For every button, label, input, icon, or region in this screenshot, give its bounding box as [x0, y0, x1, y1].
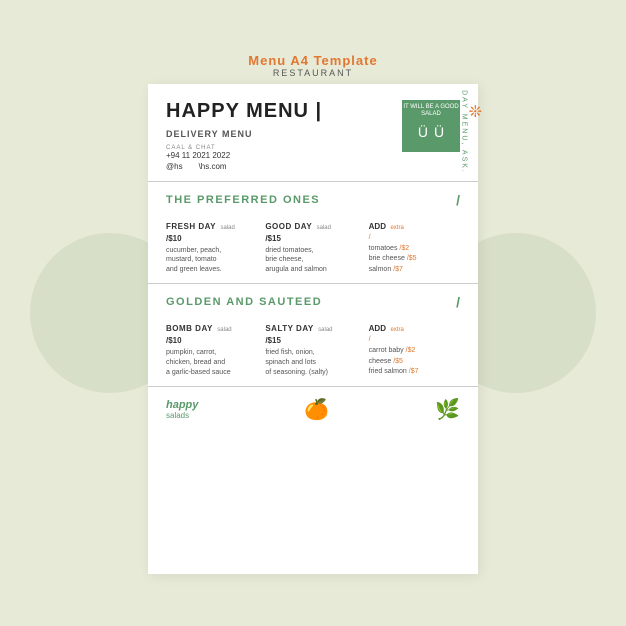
add-slash: /	[369, 234, 460, 241]
social-web: \hs.com	[199, 162, 227, 171]
list-item: fried salmon /$7	[369, 367, 460, 378]
item-name: BOMB DAY	[166, 324, 213, 333]
outer-wrapper: Menu A4 Template RESTAURANT HAPPY MENU |…	[148, 53, 478, 574]
item-price: /$15	[265, 234, 354, 243]
footer-logo-line1: happy	[166, 399, 198, 411]
section-golden: GOLDEN AND SAUTEED / BOMB DAY SALAD /$10…	[148, 284, 478, 387]
section-golden-slash: /	[456, 294, 460, 310]
add-title: ADD	[369, 222, 386, 231]
list-item: SALTY DAY SALAD /$15 fried fish, onion,s…	[265, 318, 360, 378]
face-icon-2: Ü	[434, 124, 444, 140]
item-name-row: GOOD DAY SALAD	[265, 216, 354, 234]
list-item: brie cheese /$5	[369, 254, 460, 265]
section-preferred-header: THE PREFERRED ONES /	[166, 192, 460, 208]
contact-block: CAAL & CHAT +94 11 2021 2022	[166, 145, 230, 160]
green-box: IT WILL BE A GOOD SALAD Ü Ü ❊	[402, 100, 460, 152]
footer-logo-line2: salads	[166, 411, 198, 420]
social-row: @hs \hs.com	[166, 162, 322, 171]
footer-fruit-2: 🌿	[435, 397, 460, 422]
add-title-row: ADD extra	[369, 216, 460, 234]
list-item: FRESH DAY SALAD /$10 cucumber, peach,mus…	[166, 216, 261, 276]
section-golden-header: GOLDEN AND SAUTEED /	[166, 294, 460, 310]
item-desc: dried tomatoes,brie cheese,arugula and s…	[265, 246, 354, 275]
header-top-row: HAPPY MENU | DELIVERY MENU CAAL & CHAT +…	[166, 100, 460, 171]
section-preferred-title: THE PREFERRED ONES	[166, 194, 320, 206]
item-desc: cucumber, peach,mustard, tomatoand green…	[166, 246, 255, 275]
list-item: cheese /$5	[369, 357, 460, 368]
item-name: SALTY DAY	[265, 324, 313, 333]
green-box-text: IT WILL BE A GOOD SALAD	[402, 104, 460, 118]
item-price: /$10	[166, 234, 255, 243]
face-icon-1: Ü	[418, 124, 428, 140]
list-item: carrot baby /$2	[369, 346, 460, 357]
add-item-price: /$7	[393, 266, 403, 273]
delivery-label: DELIVERY MENU	[166, 129, 322, 139]
add-item-price: /$7	[409, 368, 419, 375]
menu-title: HAPPY MENU |	[166, 100, 322, 123]
list-item: salmon /$7	[369, 265, 460, 276]
item-name: GOOD DAY	[265, 222, 312, 231]
item-type: SALAD	[317, 225, 331, 231]
add-list: carrot baby /$2 cheese /$5 fried salmon …	[369, 346, 460, 378]
card-footer: happy salads 🍊 🌿	[148, 387, 478, 432]
list-item: tomatoes /$2	[369, 244, 460, 255]
top-label: Menu A4 Template RESTAURANT	[248, 53, 377, 78]
item-desc: pumpkin, carrot,chicken, bread anda garl…	[166, 348, 255, 377]
add-item-name: brie cheese	[369, 255, 405, 262]
section-golden-title: GOLDEN AND SAUTEED	[166, 296, 322, 308]
add-item-price: /$5	[393, 358, 403, 365]
item-desc: fried fish, onion,spinach and lotsof sea…	[265, 348, 354, 377]
list-item: GOOD DAY SALAD /$15 dried tomatoes,brie …	[265, 216, 360, 276]
footer-fruit-1: 🍊	[304, 397, 329, 422]
menu-card: HAPPY MENU | DELIVERY MENU CAAL & CHAT +…	[148, 84, 478, 574]
golden-items-grid: BOMB DAY SALAD /$10 pumpkin, carrot,chic…	[166, 318, 460, 378]
green-box-icons: Ü Ü	[418, 124, 444, 140]
contact-row: CAAL & CHAT +94 11 2021 2022	[166, 145, 322, 160]
add-title-row: ADD extra	[369, 318, 460, 336]
item-type: SALAD	[217, 327, 231, 333]
header-right: IT WILL BE A GOOD SALAD Ü Ü ❊	[402, 100, 460, 152]
add-item-name: tomatoes	[369, 245, 398, 252]
add-extra-label: extra	[390, 225, 403, 231]
add-item-name: fried salmon	[369, 368, 407, 375]
template-subtitle: RESTAURANT	[248, 68, 377, 78]
snowflake-icon: ❊	[469, 102, 482, 122]
add-extras-col: ADD extra / tomatoes /$2 brie cheese /$5	[365, 216, 460, 276]
contact-phone: +94 11 2021 2022	[166, 151, 230, 160]
template-title: Menu A4 Template	[248, 53, 377, 68]
add-item-price: /$2	[406, 347, 416, 354]
add-extra-label: extra	[390, 327, 403, 333]
item-price: /$15	[265, 336, 354, 345]
item-type: SALAD	[220, 225, 234, 231]
add-extras-col-2: ADD extra / carrot baby /$2 cheese /$5	[365, 318, 460, 378]
add-item-price: /$5	[407, 255, 417, 262]
add-item-name: cheese	[369, 358, 392, 365]
add-item-price: /$2	[399, 245, 409, 252]
item-price: /$10	[166, 336, 255, 345]
add-title: ADD	[369, 324, 386, 333]
add-item-name: carrot baby	[369, 347, 404, 354]
section-preferred-slash: /	[456, 192, 460, 208]
item-name: FRESH DAY	[166, 222, 216, 231]
add-list: tomatoes /$2 brie cheese /$5 salmon /$7	[369, 244, 460, 276]
preferred-items-grid: FRESH DAY SALAD /$10 cucumber, peach,mus…	[166, 216, 460, 276]
item-name-row: SALTY DAY SALAD	[265, 318, 354, 336]
header-left: HAPPY MENU | DELIVERY MENU CAAL & CHAT +…	[166, 100, 322, 171]
social-handle: @hs	[166, 162, 183, 171]
card-header: HAPPY MENU | DELIVERY MENU CAAL & CHAT +…	[148, 84, 478, 182]
add-slash: /	[369, 336, 460, 343]
item-name-row: FRESH DAY SALAD	[166, 216, 255, 234]
section-preferred: THE PREFERRED ONES / FRESH DAY SALAD /$1…	[148, 182, 478, 285]
item-type: SALAD	[318, 327, 332, 333]
list-item: BOMB DAY SALAD /$10 pumpkin, carrot,chic…	[166, 318, 261, 378]
vertical-text: DAY MENU, ASK.	[461, 90, 468, 174]
add-item-name: salmon	[369, 266, 392, 273]
footer-logo: happy salads	[166, 399, 198, 420]
item-name-row: BOMB DAY SALAD	[166, 318, 255, 336]
